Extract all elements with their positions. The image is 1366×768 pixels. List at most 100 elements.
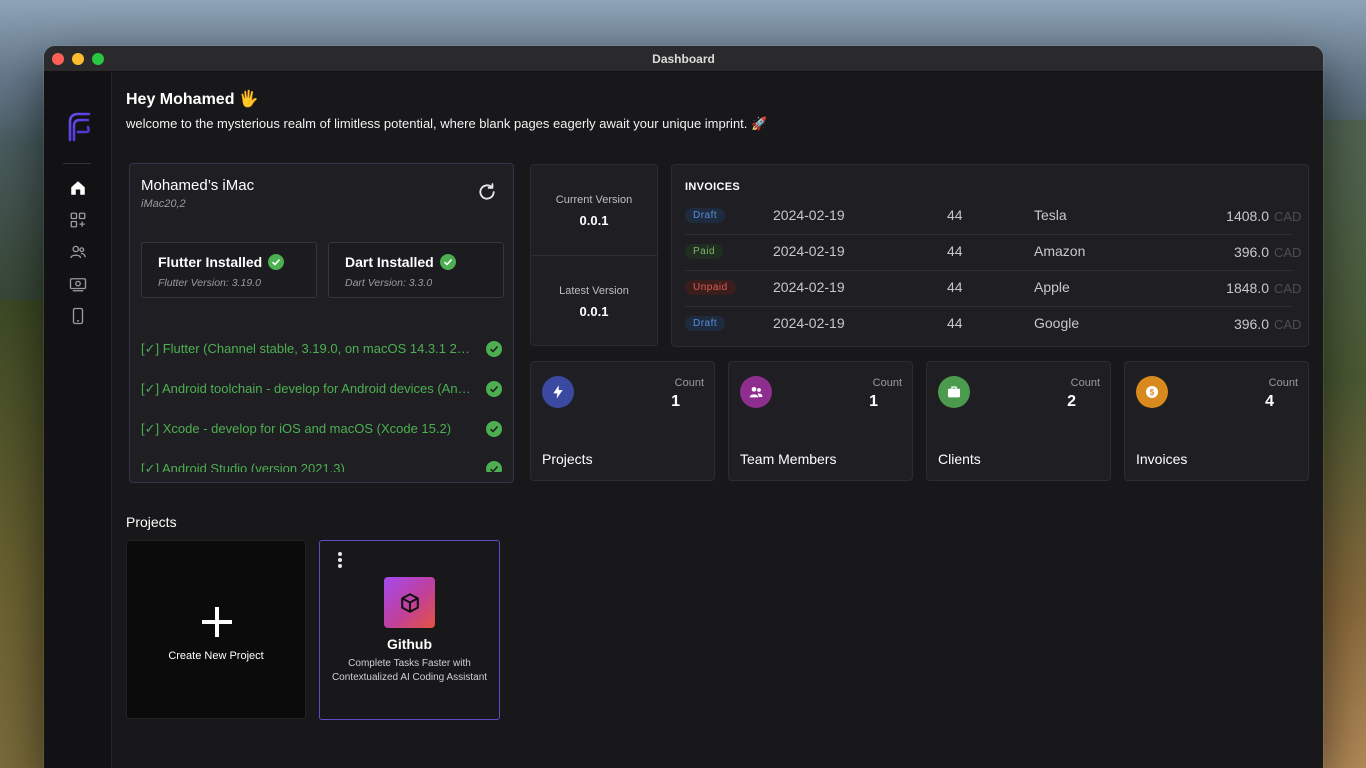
project-name: Github [386, 636, 433, 652]
invoices-card: INVOICES Draft 2024-02-19 44 Tesla 1408.0 CAD… [671, 164, 1309, 347]
check-circle-icon [486, 381, 502, 397]
invoice-client: Tesla [1034, 207, 1067, 223]
cube-icon [384, 577, 435, 628]
invoice-row[interactable]: Unpaid 2024-02-19 44 Apple 1848.0 CAD [685, 271, 1301, 307]
stat-card-team-members[interactable]: Count 1 Team Members [728, 361, 913, 481]
projects-heading: Projects [126, 514, 177, 530]
status-badge: Unpaid [685, 280, 736, 295]
stat-label: Clients [938, 451, 981, 467]
dart-installed-card: Dart Installed Dart Version: 3.3.0 [328, 242, 504, 298]
doctor-item: [✓] Android Studio (version 2021.3) [141, 459, 503, 472]
count-label: Count [872, 377, 902, 389]
more-options-icon[interactable] [338, 552, 342, 568]
device-card: Mohamed’s iMac iMac20,2 Flutter Installe… [129, 163, 514, 483]
invoice-date: 2024-02-19 [773, 207, 845, 223]
invoice-client: Google [1034, 315, 1080, 331]
invoice-currency: CAD [1274, 281, 1302, 296]
plus-icon [202, 607, 232, 637]
svg-text:$: $ [1150, 388, 1155, 397]
invoice-currency: CAD [1274, 317, 1302, 332]
flutter-installed-title: Flutter Installed [158, 254, 263, 270]
app-window: Dashboard Hey Mohamed 🖐 welcome to the m… [44, 46, 1323, 768]
window-title: Dashboard [652, 52, 715, 66]
sidebar-item-users[interactable] [44, 239, 112, 265]
invoice-row[interactable]: Draft 2024-02-19 44 Tesla 1408.0 CAD [685, 199, 1301, 235]
create-new-project-button[interactable]: Create New Project [126, 540, 306, 719]
invoice-date: 2024-02-19 [773, 243, 845, 259]
count-value: 4 [1265, 393, 1274, 410]
doctor-item: [✓] Android toolchain - develop for Andr… [141, 379, 503, 399]
current-version-label: Current Version [555, 194, 633, 206]
invoice-client: Amazon [1034, 243, 1086, 259]
invoice-row[interactable]: Paid 2024-02-19 44 Amazon 396.0 CAD [685, 235, 1301, 271]
dollar-icon: $ [1136, 376, 1168, 408]
invoice-row[interactable]: Draft 2024-02-19 44 Google 396.0 CAD [685, 307, 1301, 343]
doctor-output-list[interactable]: [✓] Flutter (Channel stable, 3.19.0, on … [130, 334, 515, 472]
status-badge: Draft [685, 208, 726, 223]
invoice-date: 2024-02-19 [773, 315, 845, 331]
version-card: Current Version 0.0.1 Latest Version 0.0… [530, 164, 658, 346]
home-icon [71, 181, 85, 195]
count-value: 1 [671, 393, 680, 410]
stat-card-clients[interactable]: Count 2 Clients [926, 361, 1111, 481]
device-model: iMac20,2 [141, 198, 186, 210]
sidebar-item-apps[interactable] [44, 207, 112, 233]
count-label: Count [1070, 377, 1100, 389]
money-icon [69, 278, 87, 292]
mobile-icon [72, 307, 84, 325]
stat-label: Invoices [1136, 451, 1188, 467]
stat-label: Team Members [740, 451, 837, 467]
sidebar-divider [63, 163, 91, 164]
refresh-button[interactable] [477, 182, 497, 202]
dart-version: Dart Version: 3.3.0 [345, 277, 433, 289]
invoices-title: INVOICES [685, 181, 740, 193]
doctor-item: [✓] Xcode - develop for iOS and macOS (X… [141, 419, 503, 439]
bolt-icon [542, 376, 574, 408]
project-card-github[interactable]: Github Complete Tasks Faster with Contex… [319, 540, 500, 720]
app-logo[interactable] [64, 110, 92, 144]
check-circle-icon [486, 421, 502, 437]
sidebar-item-home[interactable] [44, 175, 112, 201]
doctor-item: [✓] Flutter (Channel stable, 3.19.0, on … [141, 339, 503, 359]
users-icon [70, 245, 86, 259]
flutter-version: Flutter Version: 3.19.0 [158, 277, 261, 289]
invoice-number: 44 [947, 279, 963, 295]
invoice-amount: 1848.0 [1226, 280, 1269, 296]
count-value: 2 [1067, 393, 1076, 410]
check-circle-icon [268, 254, 285, 270]
invoice-date: 2024-02-19 [773, 279, 845, 295]
invoice-currency: CAD [1274, 209, 1302, 224]
invoice-number: 44 [947, 207, 963, 223]
title-bar: Dashboard [44, 46, 1323, 72]
latest-version-value: 0.0.1 [579, 304, 609, 319]
group-icon [740, 376, 772, 408]
stat-card-projects[interactable]: Count 1 Projects [530, 361, 715, 481]
check-circle-icon [439, 254, 456, 270]
apps-add-icon [70, 212, 86, 228]
device-name: Mohamed’s iMac [141, 177, 255, 194]
invoice-client: Apple [1034, 279, 1070, 295]
create-new-project-label: Create New Project [168, 650, 264, 662]
check-circle-icon [486, 341, 502, 357]
latest-version-label: Latest Version [559, 285, 629, 297]
status-badge: Paid [685, 244, 724, 259]
invoice-amount: 396.0 [1233, 244, 1269, 260]
current-version-value: 0.0.1 [579, 213, 609, 228]
invoice-number: 44 [947, 315, 963, 331]
sidebar-item-money[interactable] [44, 271, 112, 297]
welcome-subtitle: welcome to the mysterious realm of limit… [126, 116, 768, 131]
count-value: 1 [869, 393, 878, 410]
check-circle-icon [486, 461, 502, 472]
project-description: Complete Tasks Faster with Contextualize… [331, 658, 488, 683]
stat-card-invoices[interactable]: $ Count 4 Invoices [1124, 361, 1309, 481]
invoice-number: 44 [947, 243, 963, 259]
briefcase-icon [938, 376, 970, 408]
invoice-amount: 1408.0 [1226, 208, 1269, 224]
refresh-icon [479, 183, 495, 200]
main-content: Hey Mohamed 🖐 welcome to the mysterious … [113, 72, 1323, 768]
sidebar-item-mobile[interactable] [44, 303, 112, 329]
status-badge: Draft [685, 316, 726, 331]
stat-label: Projects [542, 451, 593, 467]
count-label: Count [674, 377, 704, 389]
count-label: Count [1268, 377, 1298, 389]
